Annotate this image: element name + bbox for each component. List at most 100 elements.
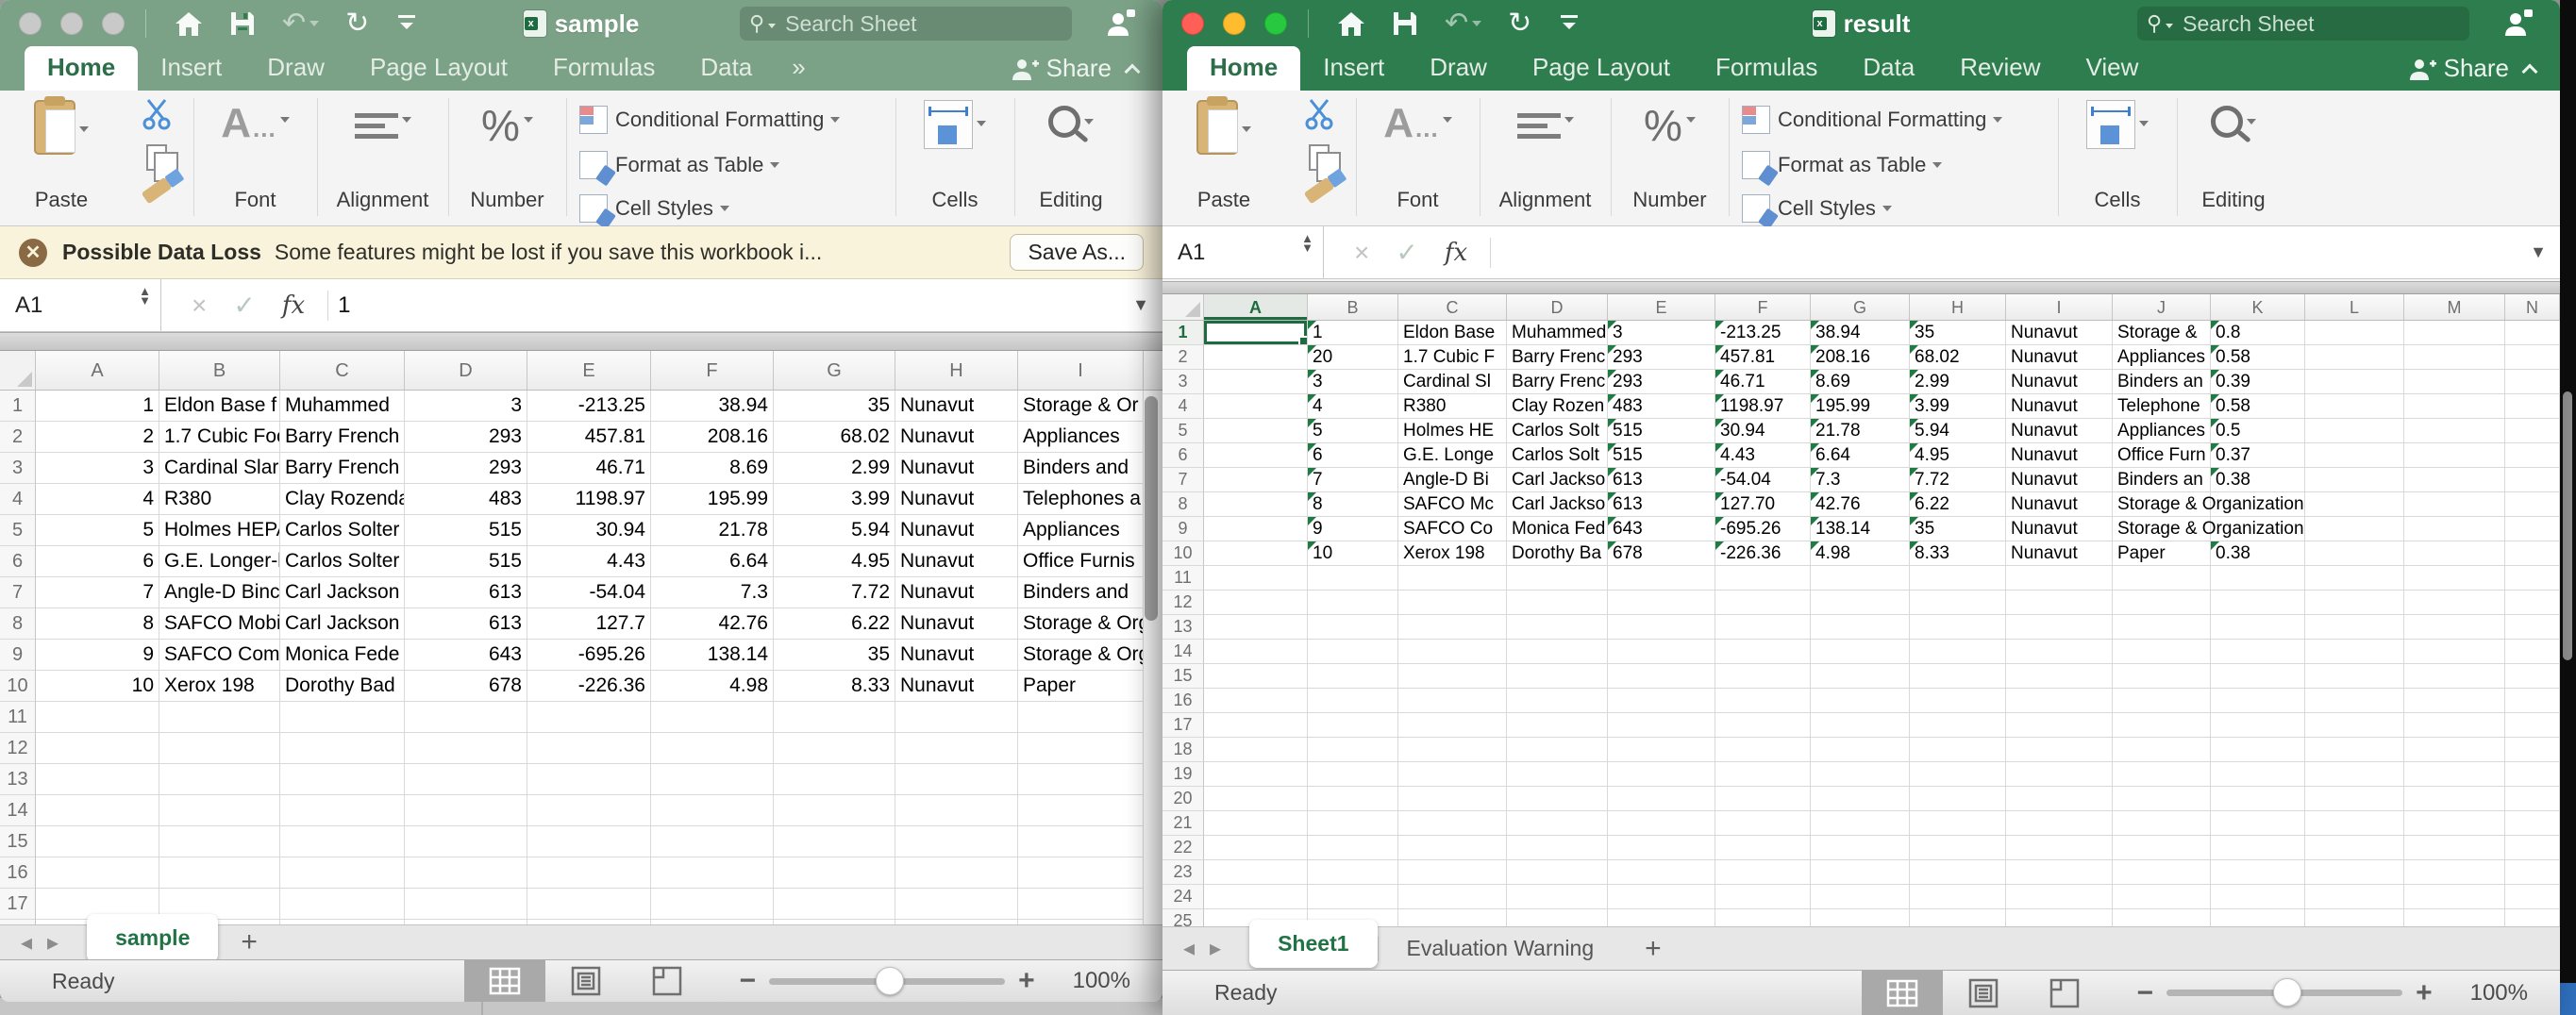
cell-E20[interactable] (1608, 787, 1715, 811)
cell-C25[interactable] (1398, 909, 1507, 926)
cell-M15[interactable] (2404, 664, 2505, 689)
cell-H14[interactable] (895, 795, 1018, 826)
close-button[interactable] (1181, 12, 1204, 35)
cell-H10[interactable]: 8.33 (1910, 541, 2006, 566)
cell-M1[interactable] (2404, 321, 2505, 345)
cell-G18[interactable] (1811, 738, 1910, 762)
cell-I13[interactable] (2006, 615, 2113, 640)
cell-C14[interactable] (280, 795, 405, 826)
font-group[interactable]: A... Font (1356, 91, 1480, 225)
cell-F13[interactable] (651, 764, 774, 795)
cell-E11[interactable] (1608, 566, 1715, 591)
cells-group[interactable]: Cells (895, 91, 1014, 225)
cell-B22[interactable] (1308, 836, 1398, 860)
cell-E6[interactable]: 4.43 (527, 546, 651, 577)
cell-B5[interactable]: Holmes HEPA (159, 515, 280, 546)
row-header-16[interactable]: 16 (0, 857, 36, 889)
cell-G2[interactable]: 208.16 (1811, 345, 1910, 370)
cell-M17[interactable] (2404, 713, 2505, 738)
cell-B21[interactable] (1308, 811, 1398, 836)
cell-K24[interactable] (2211, 885, 2305, 909)
cell-C13[interactable] (1398, 615, 1507, 640)
cell-G5[interactable]: 21.78 (1811, 419, 1910, 443)
cell-B13[interactable] (159, 764, 280, 795)
cell-E11[interactable] (527, 702, 651, 733)
row-header-23[interactable]: 23 (1163, 860, 1204, 885)
cell-C4[interactable]: R380 (1398, 394, 1507, 419)
cell-J15[interactable] (2113, 664, 2211, 689)
cell-A10[interactable] (1204, 541, 1308, 566)
cell-I11[interactable] (1018, 702, 1144, 733)
editing-group[interactable]: Editing (1014, 91, 1128, 225)
cell-L19[interactable] (2305, 762, 2404, 787)
column-header-J[interactable]: J (2113, 294, 2211, 320)
cell-K15[interactable] (2211, 664, 2305, 689)
cell-I23[interactable] (2006, 860, 2113, 885)
cell-A11[interactable] (1204, 566, 1308, 591)
cell-I2[interactable]: Nunavut (2006, 345, 2113, 370)
column-header-H[interactable]: H (895, 351, 1018, 390)
cell-L5[interactable] (2305, 419, 2404, 443)
select-all-corner[interactable] (0, 351, 36, 390)
font-group[interactable]: A... Font (193, 91, 317, 225)
cell-I5[interactable]: Appliances (1018, 515, 1144, 546)
cell-K5[interactable]: 0.5 (2211, 419, 2305, 443)
cell-A6[interactable] (1204, 443, 1308, 468)
cell-D23[interactable] (1507, 860, 1608, 885)
tab-page-layout[interactable]: Page Layout (1510, 46, 1693, 91)
cell-C13[interactable] (280, 764, 405, 795)
cell-H11[interactable] (895, 702, 1018, 733)
zoom-out-button[interactable]: − (740, 965, 757, 997)
cell-E9[interactable]: -695.26 (527, 640, 651, 671)
column-header-G[interactable]: G (1811, 294, 1910, 320)
cell-B14[interactable] (1308, 640, 1398, 664)
insert-function-icon[interactable]: fx (282, 291, 305, 320)
cell-E23[interactable] (1608, 860, 1715, 885)
search-input[interactable] (783, 10, 1066, 38)
cell-A8[interactable] (1204, 492, 1308, 517)
cell-I5[interactable]: Nunavut (2006, 419, 2113, 443)
cell-G20[interactable] (1811, 787, 1910, 811)
cell-D17[interactable] (1507, 713, 1608, 738)
row-header-17[interactable]: 17 (0, 889, 36, 920)
column-header-B[interactable]: B (1308, 294, 1398, 320)
cell-C15[interactable] (1398, 664, 1507, 689)
cell-G1[interactable]: 38.94 (1811, 321, 1910, 345)
cell-I24[interactable] (2006, 885, 2113, 909)
formula-input[interactable]: 1 (338, 292, 1132, 319)
formula-bar-expand-icon[interactable]: ▼ (1132, 295, 1149, 315)
cell-F4[interactable]: 195.99 (651, 484, 774, 515)
cell-L16[interactable] (2305, 689, 2404, 713)
row-header-8[interactable]: 8 (1163, 492, 1204, 517)
cell-M16[interactable] (2404, 689, 2505, 713)
cell-J4[interactable]: Telephone (2113, 394, 2211, 419)
cell-E18[interactable] (1608, 738, 1715, 762)
column-header-F[interactable]: F (651, 351, 774, 390)
cell-B2[interactable]: 1.7 Cubic Foc (159, 422, 280, 453)
search-sheet-box[interactable]: ⚲ (740, 7, 1072, 41)
cell-G11[interactable] (774, 702, 895, 733)
cell-C24[interactable] (1398, 885, 1507, 909)
row-header-6[interactable]: 6 (1163, 443, 1204, 468)
cell-J1[interactable]: Storage & (2113, 321, 2211, 345)
vertical-scrollbar[interactable] (1145, 396, 1158, 621)
number-group[interactable]: % Number (448, 91, 566, 225)
cell-B12[interactable] (159, 733, 280, 764)
cell-G16[interactable] (1811, 689, 1910, 713)
cell-K16[interactable] (2211, 689, 2305, 713)
cell-B14[interactable] (159, 795, 280, 826)
cell-A9[interactable] (1204, 517, 1308, 541)
row-header-8[interactable]: 8 (0, 608, 36, 640)
cell-C2[interactable]: 1.7 Cubic F (1398, 345, 1507, 370)
cell-H12[interactable] (895, 733, 1018, 764)
cell-F21[interactable] (1715, 811, 1811, 836)
cell-G13[interactable] (774, 764, 895, 795)
normal-view-button[interactable] (464, 960, 545, 1002)
row-header-19[interactable]: 19 (1163, 762, 1204, 787)
name-box[interactable]: A1 ▲▼ (1163, 226, 1323, 278)
cell-H7[interactable]: Nunavut (895, 577, 1018, 608)
cell-C11[interactable] (280, 702, 405, 733)
alignment-group[interactable]: Alignment (1480, 91, 1611, 225)
cell-D25[interactable] (1507, 909, 1608, 926)
cell-H20[interactable] (1910, 787, 2006, 811)
